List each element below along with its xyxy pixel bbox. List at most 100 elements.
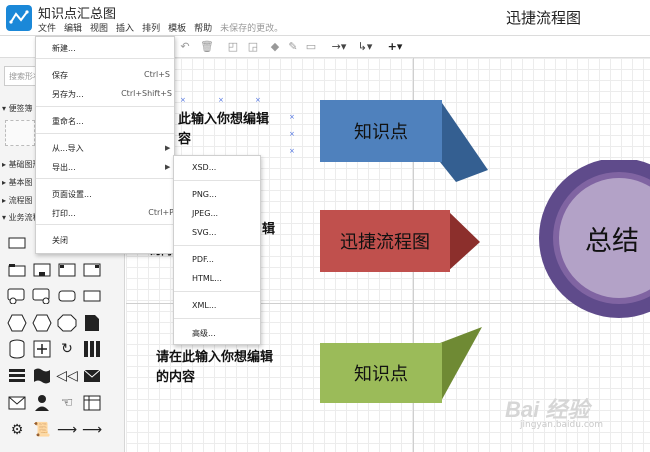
file-menu-save-shortcut: Ctrl+S bbox=[143, 70, 170, 79]
export-svg[interactable]: SVG... bbox=[192, 228, 216, 237]
shadow-icon[interactable]: ▭ bbox=[304, 40, 318, 53]
text-block-2-line1[interactable]: 辑 bbox=[262, 220, 275, 239]
export-png[interactable]: PNG... bbox=[192, 190, 217, 199]
mail-icon[interactable] bbox=[82, 366, 102, 386]
fill-color-icon[interactable]: ◆ bbox=[268, 40, 282, 53]
shape-subprocess[interactable] bbox=[57, 260, 77, 280]
arrow-line-2-icon[interactable]: ⟶ bbox=[82, 420, 102, 440]
menu-edit[interactable]: 编辑 bbox=[64, 21, 82, 34]
summary-label[interactable]: 总结 bbox=[572, 208, 650, 268]
submenu-arrow-icon: ▶ bbox=[165, 144, 171, 152]
waypoint-icon[interactable]: ↳▾ bbox=[354, 40, 376, 53]
file-menu-close[interactable]: 关闭 bbox=[52, 235, 68, 246]
menu-view[interactable]: 视图 bbox=[90, 21, 108, 34]
shape-octagon[interactable] bbox=[57, 313, 77, 333]
category-scratchpad[interactable]: ▾ 便签簿 bbox=[2, 103, 33, 114]
undo-icon[interactable]: ↶ bbox=[178, 40, 192, 53]
export-advanced[interactable]: 高级... bbox=[192, 328, 216, 339]
gear-icon[interactable]: ⚙ bbox=[7, 420, 27, 440]
selection-handle[interactable]: × bbox=[180, 96, 186, 104]
shape-call-activity[interactable] bbox=[82, 260, 102, 280]
category-basic[interactable]: ▸ 基本图 bbox=[2, 177, 33, 188]
user-icon[interactable] bbox=[32, 393, 52, 413]
menu-separator bbox=[174, 318, 260, 319]
shape-parallel[interactable] bbox=[82, 339, 102, 359]
text-block-3-line1[interactable]: 请在此输入你想编辑 bbox=[156, 348, 273, 367]
category-flowchart[interactable]: ▸ 流程图 bbox=[2, 195, 33, 206]
menu-insert[interactable]: 插入 bbox=[116, 21, 134, 34]
connection-icon[interactable]: →▾ bbox=[328, 40, 350, 53]
watermark-url: jingyan.baidu.com bbox=[520, 420, 604, 430]
scroll-icon[interactable]: 📜 bbox=[32, 420, 52, 440]
text-block-1-line2[interactable]: 容 bbox=[178, 130, 191, 149]
menubar: 文件 编辑 视图 插入 排列 模板 帮助 未保存的更改。 bbox=[38, 21, 283, 34]
shape-rectangle[interactable] bbox=[7, 233, 27, 253]
shape-hexagon-2[interactable] bbox=[32, 313, 52, 333]
insert-icon[interactable]: +▾ bbox=[384, 40, 406, 53]
to-front-icon[interactable]: ◰ bbox=[226, 40, 240, 53]
menu-separator bbox=[174, 180, 260, 181]
scratchpad-area[interactable] bbox=[5, 120, 35, 146]
menu-separator bbox=[36, 133, 174, 134]
export-xml[interactable]: XML... bbox=[192, 301, 216, 310]
selection-handle[interactable]: × bbox=[289, 147, 295, 155]
export-pdf[interactable]: PDF... bbox=[192, 255, 214, 264]
menu-template[interactable]: 模板 bbox=[168, 21, 186, 34]
shape-list[interactable] bbox=[7, 366, 27, 386]
envelope-icon[interactable] bbox=[7, 393, 27, 413]
menu-help[interactable]: 帮助 bbox=[194, 21, 212, 34]
shape-plain-rect[interactable] bbox=[82, 286, 102, 306]
menu-arrange[interactable]: 排列 bbox=[142, 21, 160, 34]
knowledge-point-label-1[interactable]: 知识点 bbox=[320, 100, 442, 162]
shape-task[interactable] bbox=[32, 260, 52, 280]
loop-icon[interactable]: ↻ bbox=[57, 339, 77, 359]
export-html[interactable]: HTML... bbox=[192, 274, 222, 283]
menu-separator bbox=[174, 291, 260, 292]
shape-rounded-rect[interactable] bbox=[57, 286, 77, 306]
document-title[interactable]: 知识点汇总图 bbox=[38, 3, 116, 22]
selection-handle[interactable]: × bbox=[289, 130, 295, 138]
shape-wave[interactable] bbox=[32, 366, 52, 386]
brand-flowchart-label[interactable]: 迅捷流程图 bbox=[320, 210, 450, 272]
menu-separator bbox=[36, 106, 174, 107]
selection-handle[interactable]: × bbox=[289, 113, 295, 121]
table-icon[interactable] bbox=[82, 393, 102, 413]
shape-event-rect[interactable] bbox=[7, 286, 27, 306]
shape-document[interactable] bbox=[82, 313, 102, 333]
brand-title: 迅捷流程图 bbox=[506, 9, 582, 27]
menu-file[interactable]: 文件 bbox=[38, 21, 56, 34]
export-submenu bbox=[173, 155, 261, 345]
file-menu-print[interactable]: 打印... bbox=[52, 208, 76, 219]
unsaved-notice[interactable]: 未保存的更改。 bbox=[220, 21, 283, 34]
file-menu-new[interactable]: 新建... bbox=[52, 43, 76, 54]
line-color-icon[interactable]: ✎ bbox=[286, 40, 300, 53]
submenu-arrow-icon: ▶ bbox=[165, 163, 171, 171]
to-back-icon[interactable]: ◲ bbox=[246, 40, 260, 53]
shape-hexagon[interactable] bbox=[7, 313, 27, 333]
file-menu-rename[interactable]: 重命名... bbox=[52, 116, 84, 127]
delete-icon[interactable]: 🗑 bbox=[200, 40, 214, 53]
shape-plus-box[interactable] bbox=[32, 339, 52, 359]
export-jpeg[interactable]: JPEG... bbox=[192, 209, 218, 218]
arrow-line-icon[interactable]: ⟶ bbox=[57, 420, 77, 440]
file-menu-save[interactable]: 保存 bbox=[52, 70, 68, 81]
menu-separator bbox=[36, 178, 174, 179]
text-block-1-line1[interactable]: 此输入你想编辑 bbox=[178, 110, 269, 129]
selection-handle[interactable]: × bbox=[218, 96, 224, 104]
rewind-icon[interactable]: ◁◁ bbox=[56, 366, 78, 386]
export-xsd[interactable]: XSD... bbox=[192, 163, 216, 172]
menu-separator bbox=[36, 58, 174, 59]
shape-database[interactable] bbox=[7, 339, 27, 359]
knowledge-point-label-2[interactable]: 知识点 bbox=[320, 343, 442, 403]
file-menu-export[interactable]: 导出... bbox=[52, 162, 76, 173]
file-menu-save-as-shortcut: Ctrl+Shift+S bbox=[121, 89, 172, 98]
menu-separator bbox=[36, 224, 174, 225]
file-menu-import[interactable]: 从...导入 bbox=[52, 143, 84, 154]
shape-tab-rectangle[interactable] bbox=[7, 260, 27, 280]
selection-handle[interactable]: × bbox=[255, 96, 261, 104]
file-menu-page-setup[interactable]: 页面设置... bbox=[52, 189, 92, 200]
hand-icon[interactable]: ☜ bbox=[57, 393, 77, 413]
shape-boundary-rect[interactable] bbox=[32, 286, 52, 306]
text-block-3-line2[interactable]: 的内容 bbox=[156, 368, 195, 387]
file-menu-save-as[interactable]: 另存为... bbox=[52, 89, 84, 100]
